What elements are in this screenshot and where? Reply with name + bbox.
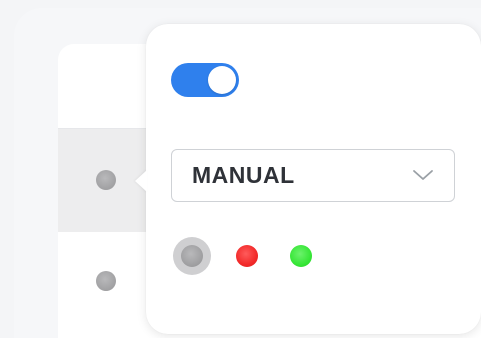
- status-option-green[interactable]: [290, 245, 312, 267]
- chevron-down-icon: [413, 170, 433, 180]
- mode-select-value: MANUAL: [192, 162, 295, 188]
- app-stage: MANUAL: [0, 0, 481, 338]
- status-option-red[interactable]: [236, 245, 258, 267]
- enable-toggle[interactable]: [171, 63, 239, 97]
- row-status-dot[interactable]: [96, 271, 116, 291]
- status-option-neutral[interactable]: [173, 237, 211, 275]
- neutral-dot: [181, 245, 203, 267]
- toggle-knob: [208, 66, 236, 94]
- mode-select[interactable]: MANUAL: [171, 149, 455, 202]
- popover-arrow: [135, 170, 147, 192]
- row-status-dot[interactable]: [96, 170, 116, 190]
